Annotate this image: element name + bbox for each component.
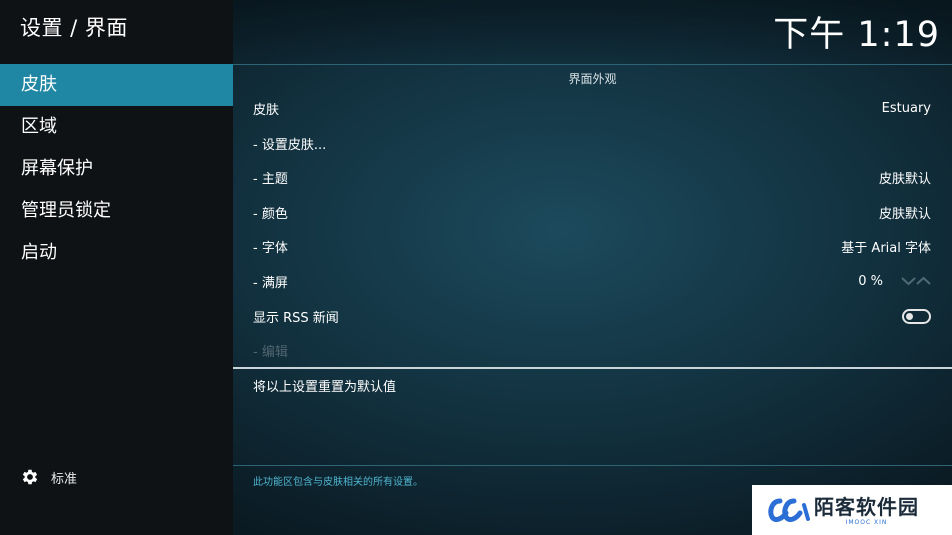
setting-zoom[interactable]: - 满屏 0 % — [253, 264, 931, 298]
sidebar: 设置 / 界面 皮肤 区域 屏幕保护 管理员锁定 启动 标准 — [0, 0, 233, 535]
setting-fonts[interactable]: - 字体 基于 Arial 字体 — [253, 229, 931, 263]
watermark-logo-icon — [768, 498, 810, 523]
sidebar-item-master-lock[interactable]: 管理员锁定 — [0, 190, 233, 232]
setting-edit: - 编辑 — [253, 333, 931, 367]
help-divider — [233, 465, 952, 466]
setting-edit-label: - 编辑 — [253, 344, 288, 360]
setting-theme-label: - 主题 — [253, 171, 288, 187]
reset-defaults-label: 将以上设置重置为默认值 — [253, 379, 397, 395]
section-title: 界面外观 — [568, 72, 617, 86]
page-title: 设置 / 界面 — [20, 16, 128, 40]
settings-panel: 界面外观 皮肤 Estuary - 设置皮肤... - 主题 皮肤默认 - 颜色… — [233, 65, 952, 535]
reset-defaults-button[interactable]: 将以上设置重置为默认值 — [253, 368, 931, 402]
watermark: 陌客软件园 IMOOC XIN — [752, 485, 952, 535]
setting-colors[interactable]: - 颜色 皮肤默认 — [253, 195, 931, 229]
setting-rss-label: 显示 RSS 新闻 — [253, 310, 339, 326]
setting-skin-value: Estuary — [881, 100, 931, 116]
sidebar-item-skin[interactable]: 皮肤 — [0, 64, 233, 106]
setting-theme-value: 皮肤默认 — [878, 171, 931, 187]
rss-toggle[interactable] — [902, 308, 931, 324]
help-text: 此功能区包含与皮肤相关的所有设置。 — [253, 477, 423, 488]
gear-icon — [22, 469, 38, 485]
setting-zoom-label: - 满屏 — [253, 275, 288, 291]
setting-theme[interactable]: - 主题 皮肤默认 — [253, 160, 931, 194]
sidebar-item-screensaver[interactable]: 屏幕保护 — [0, 148, 233, 190]
setting-configure-skin[interactable]: - 设置皮肤... — [253, 126, 931, 160]
sidebar-item-startup[interactable]: 启动 — [0, 232, 233, 274]
watermark-title: 陌客软件园 — [814, 494, 919, 519]
setting-zoom-value: 0 % — [858, 273, 883, 289]
setting-skin-label: 皮肤 — [253, 102, 280, 118]
chevron-down-icon[interactable] — [901, 276, 916, 286]
clock: 下午 1:19 — [773, 15, 940, 55]
watermark-subtitle: IMOOC XIN — [845, 518, 888, 526]
setting-fonts-value: 基于 Arial 字体 — [841, 240, 931, 256]
setting-skin[interactable]: 皮肤 Estuary — [253, 91, 931, 125]
setting-fonts-label: - 字体 — [253, 240, 288, 256]
setting-colors-value: 皮肤默认 — [878, 206, 931, 222]
setting-configure-skin-label: - 设置皮肤... — [253, 137, 327, 153]
setting-rss[interactable]: 显示 RSS 新闻 — [253, 299, 931, 333]
setting-colors-label: - 颜色 — [253, 206, 288, 222]
sidebar-item-regional[interactable]: 区域 — [0, 106, 233, 148]
chevron-up-icon[interactable] — [916, 276, 931, 286]
settings-level-button[interactable]: 标准 — [20, 466, 77, 488]
toggle-knob — [906, 312, 913, 320]
settings-level-label: 标准 — [51, 471, 78, 487]
sidebar-list: 皮肤 区域 屏幕保护 管理员锁定 启动 — [0, 64, 233, 274]
